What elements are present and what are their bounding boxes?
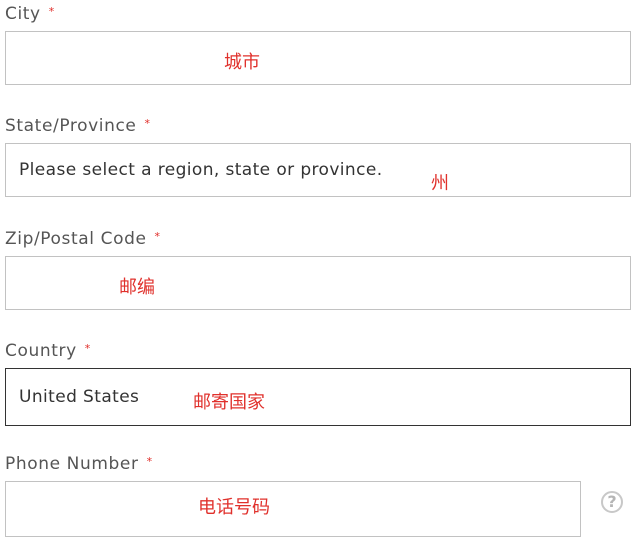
zip-label: Zip/Postal Code *: [5, 226, 161, 250]
state-label: State/Province *: [5, 113, 151, 137]
question-circle-icon[interactable]: ?: [601, 491, 623, 513]
city-annotation: 城市: [224, 52, 260, 73]
city-input[interactable]: [5, 31, 631, 85]
phone-label-text: Phone Number: [5, 454, 139, 474]
city-required-mark: *: [48, 5, 55, 18]
phone-required-mark: *: [146, 455, 153, 468]
city-label-text: City: [5, 4, 41, 24]
city-label: City *: [5, 1, 55, 25]
country-required-mark: *: [84, 342, 91, 355]
country-select-value: United States: [19, 387, 140, 407]
state-annotation: 州: [431, 173, 449, 194]
phone-input[interactable]: [5, 481, 581, 537]
zip-input[interactable]: [5, 256, 631, 310]
zip-label-text: Zip/Postal Code: [5, 229, 147, 249]
phone-label: Phone Number *: [5, 451, 153, 475]
state-select-value: Please select a region, state or provinc…: [19, 160, 383, 180]
zip-annotation: 邮编: [119, 277, 155, 298]
country-select[interactable]: United States: [5, 368, 631, 426]
state-required-mark: *: [144, 117, 151, 130]
shipping-address-form: City * 城市 State/Province * Please select a…: [0, 0, 636, 548]
state-select[interactable]: Please select a region, state or provinc…: [5, 143, 631, 197]
state-label-text: State/Province: [5, 116, 137, 136]
zip-required-mark: *: [154, 230, 161, 243]
country-annotation: 邮寄国家: [193, 392, 265, 413]
country-label-text: Country: [5, 341, 77, 361]
phone-annotation: 电话号码: [198, 497, 270, 518]
country-label: Country *: [5, 338, 91, 362]
